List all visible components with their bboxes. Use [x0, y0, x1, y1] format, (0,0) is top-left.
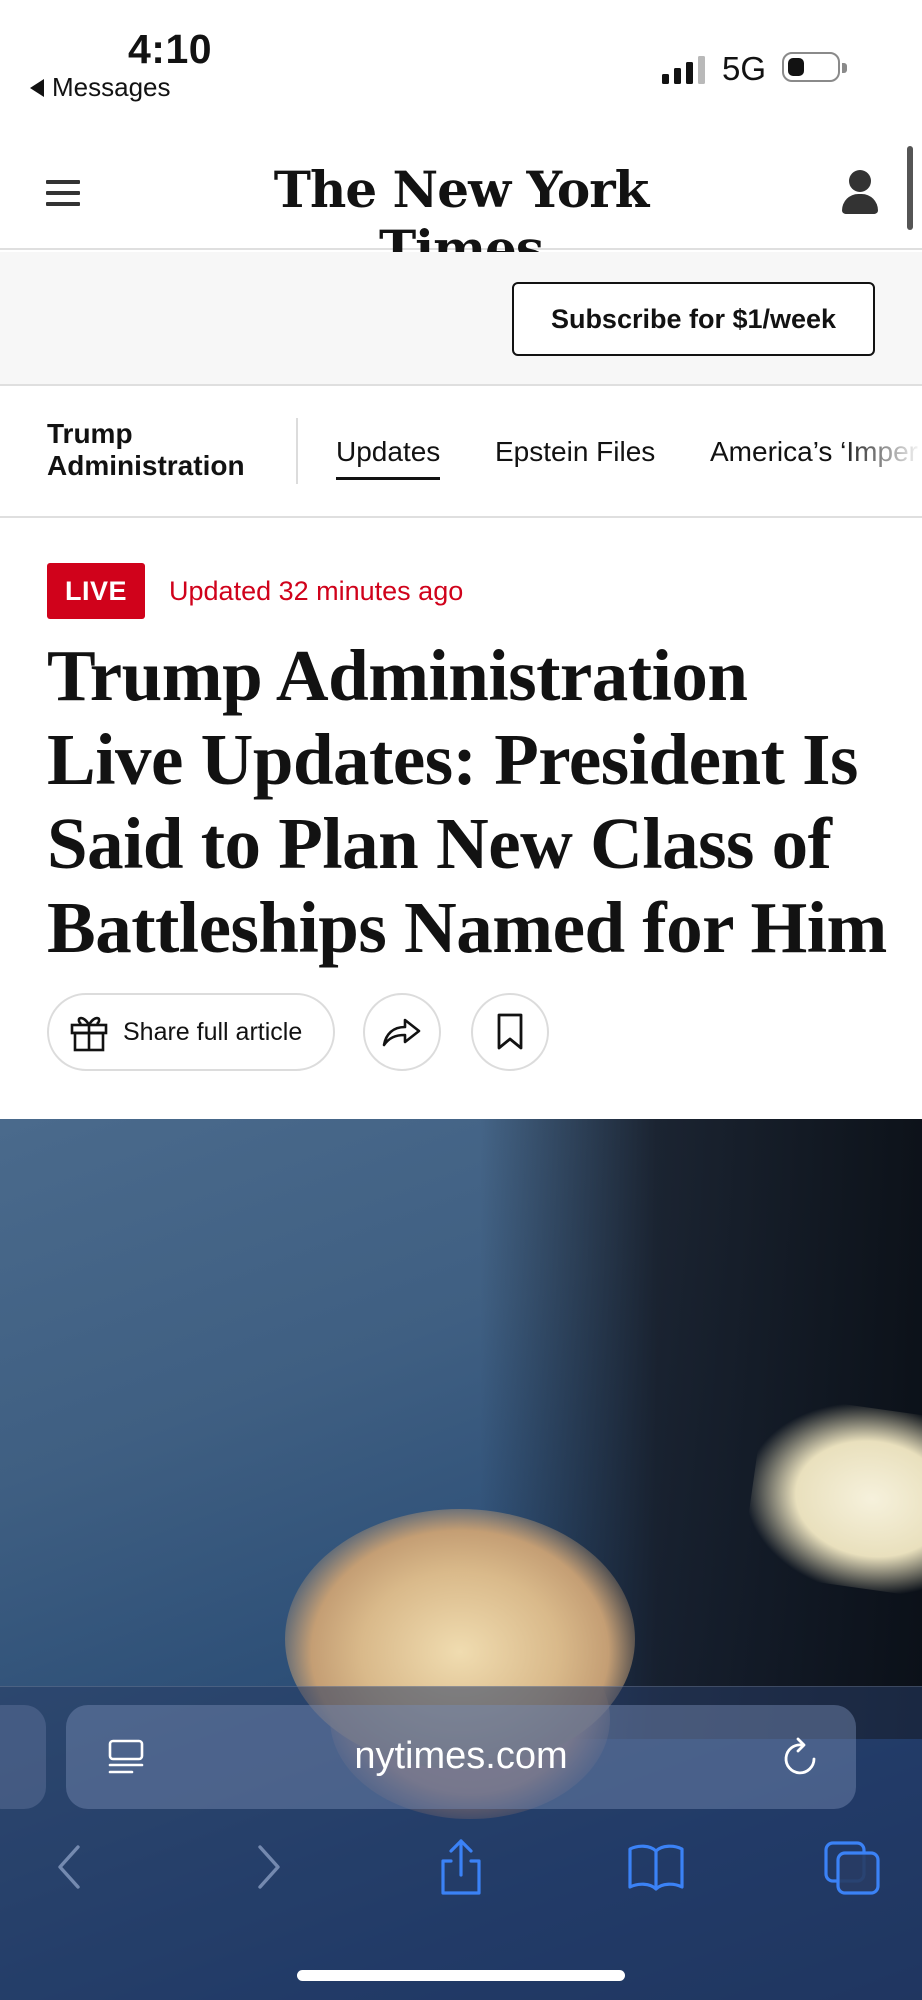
cellular-signal-icon	[662, 56, 705, 84]
browser-toolbar: nytimes.com	[0, 1686, 922, 2000]
tab-label: Updates	[336, 436, 441, 467]
share-full-article-button[interactable]: Share full article	[47, 993, 335, 1071]
status-time: 4:10	[128, 26, 213, 72]
subscribe-button[interactable]: Subscribe for $1/week	[512, 282, 875, 356]
tab-epstein-files[interactable]: Epstein Files	[495, 436, 655, 468]
site-header: The New York Times	[0, 140, 922, 278]
save-button[interactable]	[471, 993, 549, 1071]
status-bar: 4:10 Messages 5G	[0, 0, 922, 110]
nav-divider	[296, 418, 298, 484]
gift-icon	[70, 1016, 108, 1052]
account-icon[interactable]	[840, 170, 880, 220]
url-text: nytimes.com	[354, 1735, 568, 1777]
live-badge: LIVE	[47, 563, 146, 619]
address-bar[interactable]: nytimes.com	[66, 1705, 856, 1809]
live-row: LIVE Updated 32 minutes ago	[47, 563, 463, 619]
previous-tab-peek[interactable]	[0, 1705, 46, 1809]
back-icon[interactable]	[40, 1837, 100, 1897]
article-headline: Trump Administration Live Updates: Presi…	[47, 635, 887, 968]
updated-timestamp: Updated 32 minutes ago	[169, 575, 464, 606]
network-type: 5G	[722, 50, 767, 87]
battery-level	[788, 58, 804, 76]
tab-label: Epstein Files	[495, 436, 656, 467]
back-arrow-icon	[30, 78, 44, 97]
menu-icon[interactable]	[46, 180, 80, 206]
reload-icon[interactable]	[780, 1735, 822, 1779]
tab-updates[interactable]: Updates	[336, 436, 441, 480]
share-sheet-icon[interactable]	[431, 1837, 491, 1897]
section-nav: Trump Administration Updates Epstein Fil…	[0, 388, 922, 518]
share-icon	[382, 1018, 421, 1047]
back-to-app-button[interactable]: Messages	[30, 72, 171, 103]
home-indicator[interactable]	[297, 1970, 625, 1981]
bookmarks-icon[interactable]	[626, 1837, 686, 1897]
battery-icon	[782, 52, 847, 82]
bookmark-icon	[497, 1013, 523, 1050]
share-button[interactable]	[363, 993, 441, 1071]
subscribe-band: Subscribe for $1/week	[0, 252, 922, 386]
forward-icon[interactable]	[238, 1837, 298, 1897]
section-title[interactable]: Trump Administration	[47, 418, 277, 482]
back-app-label: Messages	[52, 72, 171, 102]
scroll-indicator	[907, 146, 913, 230]
nav-fade	[842, 388, 922, 516]
share-full-label: Share full article	[123, 1017, 303, 1046]
active-tab-underline	[336, 477, 441, 480]
tabs-icon[interactable]	[822, 1837, 882, 1897]
